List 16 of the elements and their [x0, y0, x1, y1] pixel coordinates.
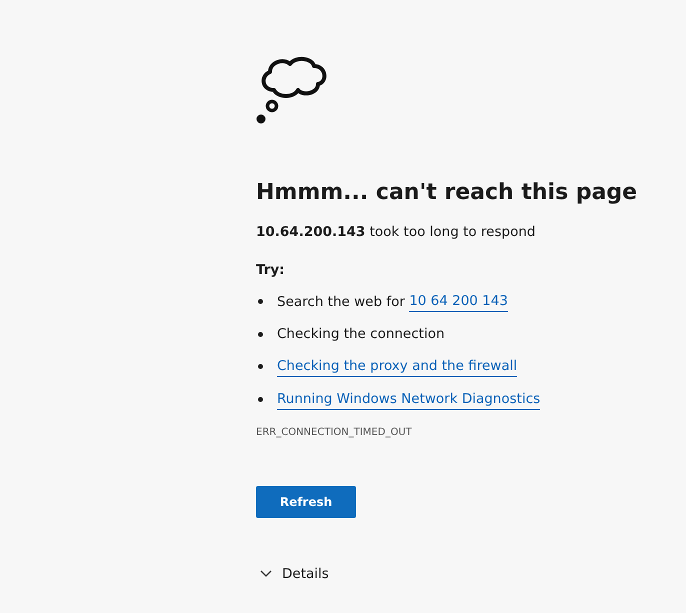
suggestion-link[interactable]: Checking the proxy and the firewall — [277, 356, 518, 377]
bullet-icon — [258, 299, 263, 304]
bullet-icon — [258, 364, 263, 369]
details-toggle[interactable]: Details — [256, 566, 329, 582]
chevron-icon — [260, 570, 272, 578]
error-code: ERR_CONNECTION_TIMED_OUT — [256, 426, 413, 440]
suggestion-text: Checking the connection — [277, 325, 445, 344]
bullet-icon — [258, 332, 263, 336]
error-message: 10.64.200.143 took too long to respond — [256, 223, 536, 242]
suggestion-link[interactable]: Running Windows Network Diagnostics — [277, 389, 540, 410]
try-heading: Try: — [256, 261, 286, 280]
error-title: Hmmm... can't reach this page — [256, 179, 638, 207]
bullet-icon — [258, 397, 263, 402]
search-link[interactable]: 10 64 200 143 — [409, 291, 508, 312]
suggestion-text: Search the web for — [277, 292, 406, 312]
refresh-button[interactable]: Refresh — [256, 486, 356, 518]
